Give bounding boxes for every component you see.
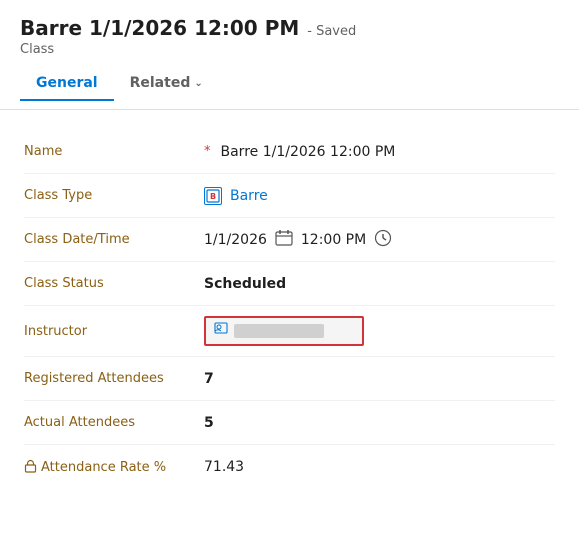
- tab-general[interactable]: General: [20, 67, 114, 101]
- required-star: *: [204, 144, 211, 159]
- svg-text:B: B: [210, 192, 216, 201]
- class-datetime-value: 1/1/2026 12:00 PM: [204, 229, 555, 251]
- time-value: 12:00 PM: [301, 232, 366, 248]
- instructor-lookup-field[interactable]: [204, 316, 364, 346]
- saved-badge: - Saved: [307, 24, 356, 39]
- registered-attendees-value: 7: [204, 371, 555, 387]
- class-status-label: Class Status: [24, 276, 204, 291]
- datetime-container: 1/1/2026 12:00 PM: [204, 229, 392, 251]
- date-value: 1/1/2026: [204, 232, 267, 248]
- instructor-row: Instructor: [24, 306, 555, 357]
- class-datetime-row: Class Date/Time 1/1/2026 12:00 PM: [24, 218, 555, 262]
- name-row: Name * Barre 1/1/2026 12:00 PM: [24, 130, 555, 174]
- lookup-icon: [214, 322, 228, 340]
- instructor-placeholder: [234, 324, 324, 338]
- class-type-row: Class Type B Barre: [24, 174, 555, 218]
- class-type-label: Class Type: [24, 188, 204, 203]
- form-section: Name * Barre 1/1/2026 12:00 PM Class Typ…: [0, 110, 579, 509]
- actual-attendees-value: 5: [204, 415, 555, 431]
- page-subtitle: Class: [20, 42, 559, 57]
- class-type-value: B Barre: [204, 187, 555, 205]
- chevron-down-icon: ⌄: [194, 78, 202, 89]
- clock-icon[interactable]: [374, 229, 392, 251]
- tab-related-label: Related: [130, 75, 191, 91]
- tab-general-label: General: [36, 75, 98, 91]
- class-type-icon: B: [204, 187, 222, 205]
- tab-related[interactable]: Related ⌄: [114, 67, 219, 101]
- lock-icon: [24, 459, 37, 476]
- registered-attendees-row: Registered Attendees 7: [24, 357, 555, 401]
- actual-attendees-row: Actual Attendees 5: [24, 401, 555, 445]
- actual-attendees-label: Actual Attendees: [24, 415, 204, 430]
- calendar-icon[interactable]: [275, 229, 293, 251]
- class-status-value: Scheduled: [204, 276, 555, 292]
- page-title: Barre 1/1/2026 12:00 PM: [20, 16, 299, 40]
- registered-attendees-label: Registered Attendees: [24, 371, 204, 386]
- instructor-label: Instructor: [24, 324, 204, 339]
- name-value: * Barre 1/1/2026 12:00 PM: [204, 144, 555, 160]
- tabs-container: General Related ⌄: [20, 67, 559, 101]
- class-status-row: Class Status Scheduled: [24, 262, 555, 306]
- attendance-rate-row: Attendance Rate % 71.43: [24, 445, 555, 489]
- name-label: Name: [24, 144, 204, 159]
- instructor-value[interactable]: [204, 316, 555, 346]
- page-header: Barre 1/1/2026 12:00 PM - Saved Class Ge…: [0, 0, 579, 110]
- class-datetime-label: Class Date/Time: [24, 232, 204, 247]
- attendance-rate-label: Attendance Rate %: [24, 459, 204, 476]
- attendance-rate-value: 71.43: [204, 459, 555, 475]
